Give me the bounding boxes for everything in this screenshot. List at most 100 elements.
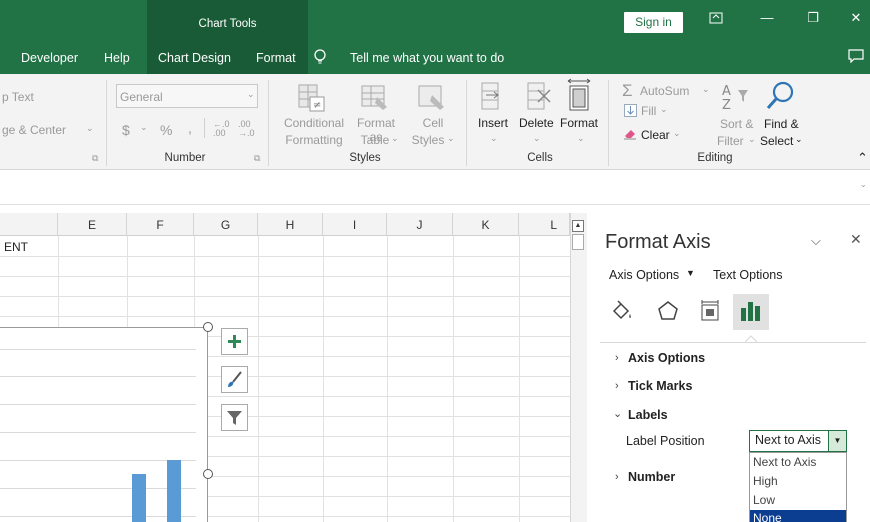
chart-bar[interactable] [167,460,181,522]
chart-resize-handle[interactable] [203,469,213,479]
section-labels[interactable]: Labels [628,408,668,422]
tab-developer[interactable]: Developer [21,42,78,74]
option-high[interactable]: High [753,474,778,488]
axis-options-tab[interactable]: Axis Options [609,268,679,282]
chart-styles-button[interactable] [221,366,248,393]
pane-options-chevron-icon[interactable]: ⌵ [811,233,821,249]
insert-button[interactable]: Insert [478,116,508,130]
restore-icon[interactable]: ❐ [803,10,823,30]
ribbon-display-options-icon[interactable] [706,12,726,30]
currency-dropdown-icon[interactable]: ⌄ [140,122,148,133]
sort-filter-label-2[interactable]: Filter [717,134,744,148]
section-axis-options[interactable]: Axis Options [628,351,705,365]
vertical-scrollbar[interactable] [570,213,587,522]
number-launcher-icon[interactable]: ⧉ [254,153,260,164]
fill-button[interactable]: Fill [641,104,656,118]
clear-button[interactable]: Clear [641,128,670,142]
minimize-icon[interactable]: — [757,10,777,30]
cell-text[interactable]: ENT [4,240,28,254]
section-number[interactable]: Number [628,470,675,484]
chart-bar[interactable] [132,474,146,522]
axis-options-dropdown-icon[interactable]: ▼ [686,268,695,278]
pane-title: Format Axis [605,231,711,253]
percent-button[interactable]: % [160,122,172,138]
conditional-formatting-icon[interactable]: ≠ [296,83,328,113]
chart-resize-handle[interactable] [203,322,213,332]
comments-icon[interactable] [848,49,864,64]
dropdown-arrow-icon[interactable]: ▼ [828,431,846,451]
cell-styles-icon[interactable] [416,83,448,113]
find-select-icon[interactable] [764,80,796,112]
eraser-icon[interactable] [623,128,637,140]
fill-line-icon[interactable] [609,298,635,324]
column-header[interactable]: L [519,213,570,236]
formula-bar[interactable] [0,175,870,205]
column-header-d[interactable] [0,213,58,236]
column-header[interactable]: E [58,213,127,236]
column-header[interactable]: H [258,213,323,236]
scroll-thumb[interactable] [572,234,584,250]
sort-filter-label[interactable]: Sort & [720,117,753,131]
sort-filter-icon[interactable]: AZ [720,82,750,113]
format-as-table-icon[interactable] [359,83,391,113]
conditional-formatting-label-2[interactable]: Formatting [276,133,352,147]
column-header[interactable]: I [323,213,387,236]
format-cells-icon[interactable] [564,78,594,112]
row-gridline [0,316,570,317]
cell-styles-label-2[interactable]: Styles [410,133,446,147]
text-options-tab[interactable]: Text Options [713,268,782,282]
tab-format[interactable]: Format [256,42,296,74]
size-properties-icon[interactable] [697,298,723,324]
option-next-to-axis[interactable]: Next to Axis [753,455,816,469]
close-icon[interactable]: ✕ [846,10,866,30]
pane-close-icon[interactable]: ✕ [850,231,862,248]
option-low[interactable]: Low [753,493,775,507]
wrap-text-button[interactable]: p Text [2,90,34,104]
column-header[interactable]: G [194,213,258,236]
find-select-label-2[interactable]: Select [760,134,793,148]
merge-center-button[interactable]: ge & Center [2,123,66,137]
delete-cells-icon[interactable] [524,80,552,112]
currency-button[interactable]: $ [122,122,130,138]
option-none-highlighted[interactable]: None [750,510,846,522]
column-header[interactable]: J [387,213,453,236]
section-collapsed-icon[interactable]: › [615,380,619,392]
merge-dropdown-icon[interactable]: ⌄ [86,123,94,134]
section-expanded-icon[interactable]: ⌄ [613,407,622,420]
alignment-launcher-icon[interactable]: ⧉ [92,153,98,164]
autosum-icon[interactable]: Σ [622,81,633,101]
title-bar [0,0,870,42]
decrease-decimal-button[interactable]: .00 →.0 [238,120,256,138]
insert-cells-icon[interactable] [478,80,506,112]
conditional-formatting-label[interactable]: Conditional [279,116,349,130]
chart-elements-button[interactable] [221,328,248,355]
tab-help[interactable]: Help [104,42,130,74]
group-label-styles: Styles [349,152,381,164]
chevron-down-icon: ⌄ [447,133,455,143]
find-select-label[interactable]: Find & [764,117,799,131]
increase-decimal-button[interactable]: ←.0 .00 [213,120,231,138]
tab-chart-design[interactable]: Chart Design [158,42,231,74]
delete-button[interactable]: Delete [519,116,554,130]
column-header[interactable]: F [127,213,194,236]
fill-down-icon[interactable] [624,104,637,117]
section-tick-marks[interactable]: Tick Marks [628,379,692,393]
number-format-value: General [120,90,163,104]
column-header[interactable]: K [453,213,519,236]
autosum-button[interactable]: AutoSum [640,84,689,98]
format-button[interactable]: Format [560,116,598,130]
section-collapsed-icon[interactable]: › [615,471,619,483]
comma-button[interactable]: , [188,120,192,136]
effects-icon[interactable] [655,298,681,324]
format-as-table-label-2[interactable]: Table [355,133,395,147]
column-gridline [323,236,324,522]
section-collapsed-icon[interactable]: › [615,352,619,364]
scroll-up-arrow-icon[interactable]: ▲ [572,220,584,232]
tell-me-search[interactable]: Tell me what you want to do [350,42,504,74]
collapse-ribbon-icon[interactable]: ⌃ [857,150,868,166]
expand-formula-bar-icon[interactable]: ⌄ [860,180,867,189]
row-gridline [0,296,570,297]
chart-filters-button[interactable] [221,404,248,431]
cell-styles-label[interactable]: Cell [420,116,446,130]
sign-in-button[interactable]: Sign in [624,12,683,33]
